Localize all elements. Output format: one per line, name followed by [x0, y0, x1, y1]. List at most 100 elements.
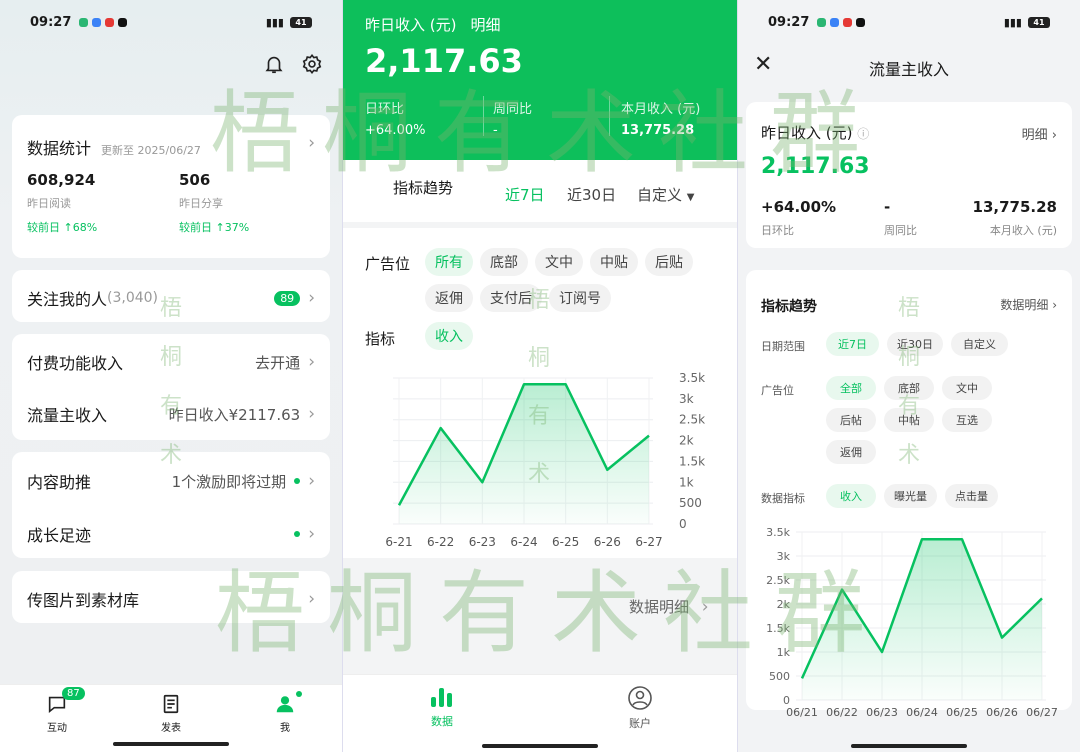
profile-panel: 09:27 ▮▮▮ 41 数据统计 更新至 2025/06/27 › 608,92…: [0, 0, 342, 752]
slot-select[interactable]: 互选: [942, 408, 992, 432]
status-bar: 09:27 ▮▮▮ 41: [768, 12, 1050, 32]
slot-rebate[interactable]: 返佣: [425, 284, 473, 312]
stats-card[interactable]: 数据统计 更新至 2025/06/27 › 608,924 昨日阅读 较前日 ↑…: [12, 115, 330, 258]
notification-icons: [817, 17, 866, 27]
chevron-right-icon: ›: [308, 404, 315, 424]
tab-account[interactable]: 账户: [613, 685, 667, 731]
followers-count: (3,040): [107, 290, 159, 306]
detail-link[interactable]: 明细 ›: [1022, 124, 1057, 143]
upload-row[interactable]: 传图片到素材库 ›: [12, 571, 330, 623]
battery-icon: 41: [290, 16, 312, 28]
slot-mid[interactable]: 中帖: [884, 408, 934, 432]
x-tick-label: 06/25: [946, 706, 978, 719]
y-tick-label: 2k: [777, 598, 791, 611]
x-tick-label: 06/26: [986, 706, 1018, 719]
data-detail-link[interactable]: 数据明细 ›: [1000, 296, 1057, 313]
followers-row[interactable]: 关注我的人 (3,040) 89 ›: [12, 270, 330, 322]
slot-after[interactable]: 后帖: [826, 408, 876, 432]
new-dot: [294, 531, 301, 537]
y-tick-label: 500: [769, 670, 790, 683]
wow-value: -: [493, 123, 498, 138]
slot-bottom[interactable]: 底部: [480, 248, 528, 276]
data-detail-link[interactable]: 数据明细 ›: [629, 596, 709, 617]
data-detail-label: 数据明细: [629, 598, 690, 616]
range-30d[interactable]: 近30日: [887, 332, 943, 356]
range-custom[interactable]: 自定义: [951, 332, 1008, 356]
slot-filter-group: 所有 底部 文中 中贴 后贴 返佣 支付后 订阅号: [425, 248, 725, 312]
bell-icon[interactable]: [263, 53, 285, 75]
range-7d[interactable]: 近7日: [505, 184, 545, 205]
month-label: 本月收入 (元): [989, 224, 1057, 237]
stats-title: 数据统计: [27, 139, 92, 158]
growth-row[interactable]: 成长足迹 ›: [27, 522, 315, 546]
traffic-label: 流量主收入: [27, 406, 108, 425]
slot-bottom[interactable]: 底部: [884, 376, 934, 400]
range-custom[interactable]: 自定义 ▼: [637, 184, 695, 205]
y-tick-label: 1k: [777, 646, 791, 659]
range-7d[interactable]: 近7日: [826, 332, 879, 356]
paid-feature-row[interactable]: 付费功能收入 去开通 ›: [27, 350, 315, 374]
promo-value: 1个激励即将过期: [171, 472, 287, 491]
traffic-income-row[interactable]: 流量主收入 昨日收入¥2117.63 ›: [27, 402, 315, 426]
metric-income[interactable]: 收入: [826, 484, 876, 508]
promo-row[interactable]: 内容助推 1个激励即将过期 ›: [27, 469, 315, 493]
detail-link[interactable]: 明细: [470, 14, 500, 35]
notification-icons: [79, 17, 128, 27]
tab-me[interactable]: 我: [258, 691, 312, 734]
metric-clicks[interactable]: 点击量: [945, 484, 998, 508]
y-tick-label: 500: [679, 496, 702, 510]
tab-interact[interactable]: 87 互动: [30, 687, 85, 734]
slot-label: 广告位: [761, 384, 794, 397]
followers-badge: 89: [274, 290, 301, 306]
series-area: [802, 539, 1042, 700]
y-tick-label: 1k: [679, 475, 694, 489]
slot-inline[interactable]: 文中: [535, 248, 583, 276]
range-30d[interactable]: 近30日: [567, 184, 616, 205]
tab-label: 发表: [161, 723, 181, 734]
y-tick-label: 3k: [679, 392, 694, 406]
tab-label: 互动: [47, 723, 67, 734]
slot-all[interactable]: 全部: [826, 376, 876, 400]
metric-label: 数据指标: [761, 492, 805, 505]
tab-publish[interactable]: 发表: [144, 693, 198, 734]
tab-data[interactable]: 数据: [415, 685, 469, 729]
page-title: 流量主收入: [868, 60, 949, 79]
chevron-right-icon: ›: [308, 288, 315, 308]
signal-icon: ▮▮▮: [1003, 15, 1022, 29]
y-tick-label: 2k: [679, 434, 694, 448]
growth-card: 内容助推 1个激励即将过期 › 成长足迹 ›: [12, 452, 330, 558]
bottom-tab-bar: 数据 账户: [343, 674, 737, 752]
slot-after-pay[interactable]: 支付后: [480, 284, 542, 312]
income-trend-chart: 0 500 1k 1.5k 2k 2.5k 3k 3.5k 6-21 6-22 6-23 6-24 6-…: [385, 371, 705, 549]
metric-impressions[interactable]: 曝光量: [884, 484, 937, 508]
x-tick-label: 6-26: [594, 535, 621, 549]
slot-mid[interactable]: 中贴: [590, 248, 638, 276]
trend-title: 指标趋势: [761, 299, 817, 315]
slot-all[interactable]: 所有: [425, 248, 473, 276]
tab-label: 账户: [629, 717, 651, 730]
chevron-right-icon: ›: [308, 589, 315, 609]
chevron-right-icon: ›: [308, 524, 315, 544]
income-summary-card: 昨日收入 (元) ⓘ 明细 › 2,117.63 +64.00% 日环比 - 周…: [746, 102, 1072, 248]
slot-inline[interactable]: 文中: [942, 376, 992, 400]
status-time: 09:27: [768, 14, 810, 30]
tab-label: 我: [280, 723, 290, 734]
month-label: 本月收入 (元): [621, 102, 701, 117]
metric-income[interactable]: 收入: [425, 322, 473, 350]
metric-label: 指标: [365, 330, 396, 348]
slot-rebate[interactable]: 返佣: [826, 440, 876, 464]
date-range-group: 近7日 近30日 自定义: [826, 332, 1008, 356]
slot-subscription[interactable]: 订阅号: [549, 284, 611, 312]
settings-gear-icon[interactable]: [301, 53, 323, 75]
paid-label: 付费功能收入: [27, 354, 124, 373]
new-dot: [296, 691, 302, 697]
traffic-income-panel: 09:27 ▮▮▮ 41 ✕ 流量主收入 昨日收入 (元) ⓘ 明细 › 2,11…: [738, 0, 1080, 752]
y-tick-label: 2.5k: [766, 574, 790, 587]
document-icon: [163, 694, 179, 714]
y-tick-label: 2.5k: [679, 413, 705, 427]
info-icon[interactable]: ⓘ: [857, 127, 869, 141]
slot-after[interactable]: 后贴: [645, 248, 693, 276]
yesterday-amount: 2,117.63: [761, 154, 870, 179]
dod-label: 日环比: [365, 102, 405, 117]
followers-label: 关注我的人: [27, 290, 108, 309]
